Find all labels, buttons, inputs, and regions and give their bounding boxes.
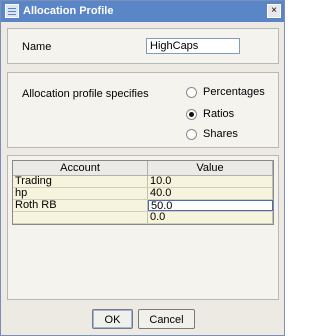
app-icon xyxy=(5,4,19,18)
table-row[interactable]: 0.0 xyxy=(13,212,273,224)
allocation-panel: Allocation profile specifies Percentages… xyxy=(7,72,279,148)
accounts-panel: Account Value Trading 10.0 hp 40.0 Roth … xyxy=(7,155,279,300)
account-cell[interactable]: Trading xyxy=(13,176,148,187)
radio-label-shares: Shares xyxy=(203,128,238,140)
window-title: Allocation Profile xyxy=(23,5,114,17)
name-label: Name xyxy=(22,41,52,53)
column-header-account[interactable]: Account xyxy=(13,161,148,175)
table-row[interactable]: Trading 10.0 xyxy=(13,176,273,188)
close-button[interactable]: × xyxy=(267,4,281,18)
radio-label-percentages: Percentages xyxy=(203,86,265,98)
value-edit-cell[interactable]: 50.0 xyxy=(148,200,273,212)
table-header: Account Value xyxy=(13,161,273,176)
account-cell[interactable]: hp xyxy=(13,188,148,199)
radio-label-ratios: Ratios xyxy=(203,108,235,120)
radio-ratios[interactable]: Ratios xyxy=(186,107,234,121)
name-panel: Name xyxy=(7,28,279,64)
allocation-label: Allocation profile specifies xyxy=(22,88,149,100)
table-row[interactable]: Roth RB 50.0 xyxy=(13,200,273,212)
radio-icon[interactable] xyxy=(186,86,197,98)
value-cell[interactable]: 0.0 xyxy=(148,212,273,223)
value-cell[interactable]: 10.0 xyxy=(148,176,273,187)
allocation-profile-window: Allocation Profile × Name Allocation pro… xyxy=(0,0,285,336)
account-cell[interactable] xyxy=(13,212,148,223)
cancel-button[interactable]: Cancel xyxy=(138,309,195,329)
allocation-table[interactable]: Account Value Trading 10.0 hp 40.0 Roth … xyxy=(12,160,274,225)
column-header-value[interactable]: Value xyxy=(148,161,273,175)
ok-button[interactable]: OK xyxy=(92,309,133,329)
value-cell[interactable]: 40.0 xyxy=(148,188,273,199)
account-cell[interactable]: Roth RB xyxy=(13,200,148,211)
title-bar: Allocation Profile × xyxy=(1,1,284,22)
radio-shares[interactable]: Shares xyxy=(186,127,238,141)
radio-percentages[interactable]: Percentages xyxy=(186,85,265,99)
radio-selected-icon[interactable] xyxy=(186,108,197,120)
name-field[interactable] xyxy=(146,38,240,54)
radio-icon[interactable] xyxy=(186,128,197,140)
